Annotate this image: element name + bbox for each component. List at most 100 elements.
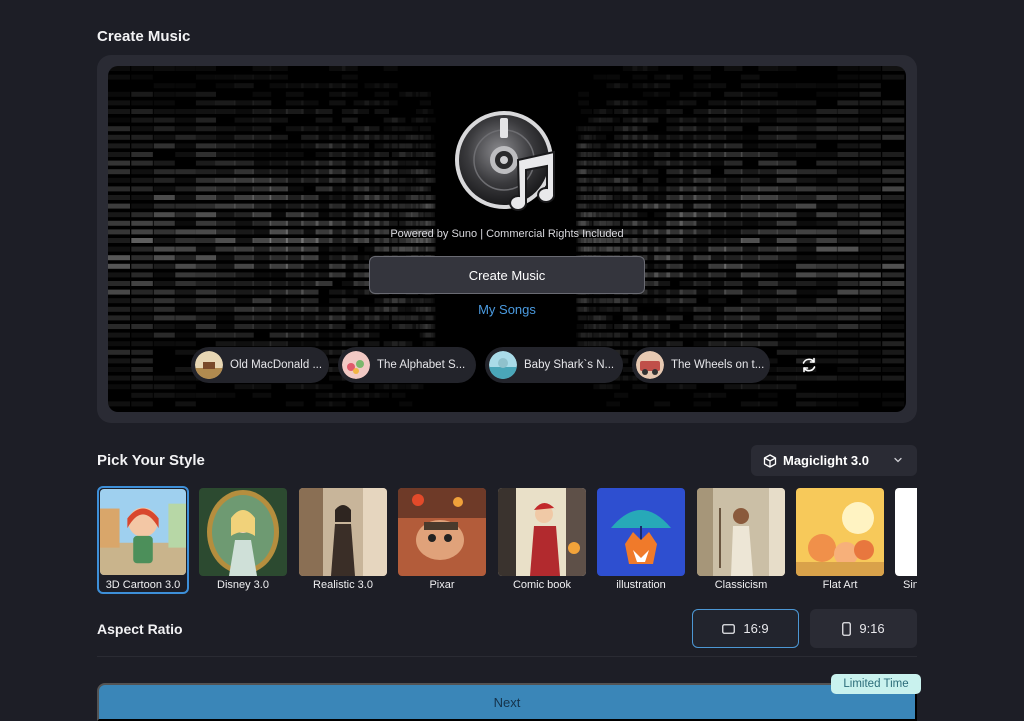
equalizer-bar [353,109,370,114]
equalizer-bar [175,152,196,157]
equalizer-bar [859,367,881,372]
equalizer-bar [606,177,620,183]
equalizer-bar [175,272,196,278]
song-chip[interactable]: The Alphabet S... [338,347,476,383]
equalizer-bar [175,109,196,114]
create-music-title: Create Music [97,28,191,45]
equalizer-bar [666,177,683,183]
song-chip[interactable]: Baby Shark`s N... [485,347,623,383]
equalizer-bar [777,264,797,269]
equalizer-bar [175,212,196,218]
model-select[interactable]: Magiclight 3.0 [751,445,917,476]
style-option-pixar[interactable]: Pixar [396,486,488,594]
equalizer-bar [724,66,743,71]
equalizer-bar [195,100,217,106]
aspect-ratio-9-16[interactable]: 9:16 [810,609,917,648]
equalizer-bar [859,375,881,381]
equalizer-bar [353,384,370,390]
style-option-illustration[interactable]: illustration [595,486,687,594]
equalizer-bar [269,289,288,295]
equalizer-bar [724,272,743,278]
equalizer-bar [108,263,130,269]
equalizer-bar [776,324,797,329]
equalizer-bar [195,220,217,226]
equalizer-bar [776,177,797,183]
equalizer-bar [758,186,778,192]
equalizer-bar [234,117,254,123]
equalizer-bar [285,91,304,97]
equalizer-bar [796,177,817,183]
equalizer-bar [741,143,760,148]
equalizer-bar [364,341,380,347]
equalizer-bar [215,134,236,140]
equalizer-bar [758,169,778,175]
equalizer-bar [666,117,683,123]
equalizer-bar [693,109,711,114]
equalizer-bar [175,169,196,175]
equalizer-bar [286,341,304,346]
equalizer-bar [108,118,130,123]
equalizer-bar [837,143,859,149]
equalizer-bar [195,126,217,132]
equalizer-bar [796,83,817,89]
equalizer-bar [724,100,743,106]
equalizer-bar [859,195,881,200]
equalizer-bar [577,341,587,346]
equalizer-bar [399,177,413,183]
equalizer-bar [666,384,682,389]
equalizer-bar [424,169,435,175]
equalizer-bar [270,212,288,217]
equalizer-bar [215,143,236,149]
style-option-comic-book[interactable]: Comic book [496,486,588,594]
equalizer-bar [724,177,743,183]
equalizer-bar [285,109,304,114]
equalizer-bar [576,246,586,252]
music-disc-icon [455,111,556,211]
equalizer-bar [269,332,288,338]
equalizer-bar [882,401,905,407]
equalizer-bar [740,177,760,183]
equalizer-bar [108,349,130,355]
equalizer-bar [153,169,175,175]
equalizer-bar [679,281,697,286]
style-option-classicism[interactable]: Classicism [695,486,787,594]
equalizer-bar [108,324,130,329]
song-chip[interactable]: Old MacDonald ... [191,347,329,383]
equalizer-bar [882,126,905,132]
equalizer-bar [108,289,130,295]
equalizer-bar [131,255,153,261]
equalizer-bar [741,135,760,140]
equalizer-bar [195,324,217,329]
equalizer-bar [234,341,254,347]
equalizer-bar [837,332,859,338]
equalizer-bar [215,246,236,252]
style-option-partial[interactable]: Sin [893,486,917,594]
next-button[interactable]: Next [97,683,917,721]
song-chip[interactable]: The Wheels on t... [632,347,770,383]
style-option-3d-cartoon[interactable]: 3D Cartoon 3.0 [97,486,189,594]
equalizer-bar [816,152,837,157]
equalizer-bar [108,332,130,338]
refresh-icon[interactable] [799,355,819,375]
equalizer-bar [758,272,778,278]
equalizer-bar [175,220,196,226]
style-option-realistic[interactable]: Realistic 3.0 [297,486,389,594]
equalizer-bar [740,100,760,106]
equalizer-bar [758,212,778,218]
equalizer-bar [724,169,743,175]
equalizer-bar [175,126,196,132]
equalizer-bar [131,358,153,364]
style-option-disney[interactable]: Disney 3.0 [197,486,289,594]
equalizer-bar [315,117,333,123]
equalizer-bar [425,246,435,252]
my-songs-link[interactable]: My Songs [108,302,906,317]
create-music-button[interactable]: Create Music [369,256,645,294]
equalizer-bar [425,135,434,140]
equalizer-bar [859,160,881,166]
style-thumbnail [398,488,486,576]
style-option-flat-art[interactable]: Flat Art [794,486,886,594]
equalizer-bar [859,332,881,338]
song-suggestions: Old MacDonald ... The Alphabet S... Baby… [191,347,819,383]
equalizer-bar [108,195,130,200]
aspect-ratio-16-9[interactable]: 16:9 [692,609,799,648]
